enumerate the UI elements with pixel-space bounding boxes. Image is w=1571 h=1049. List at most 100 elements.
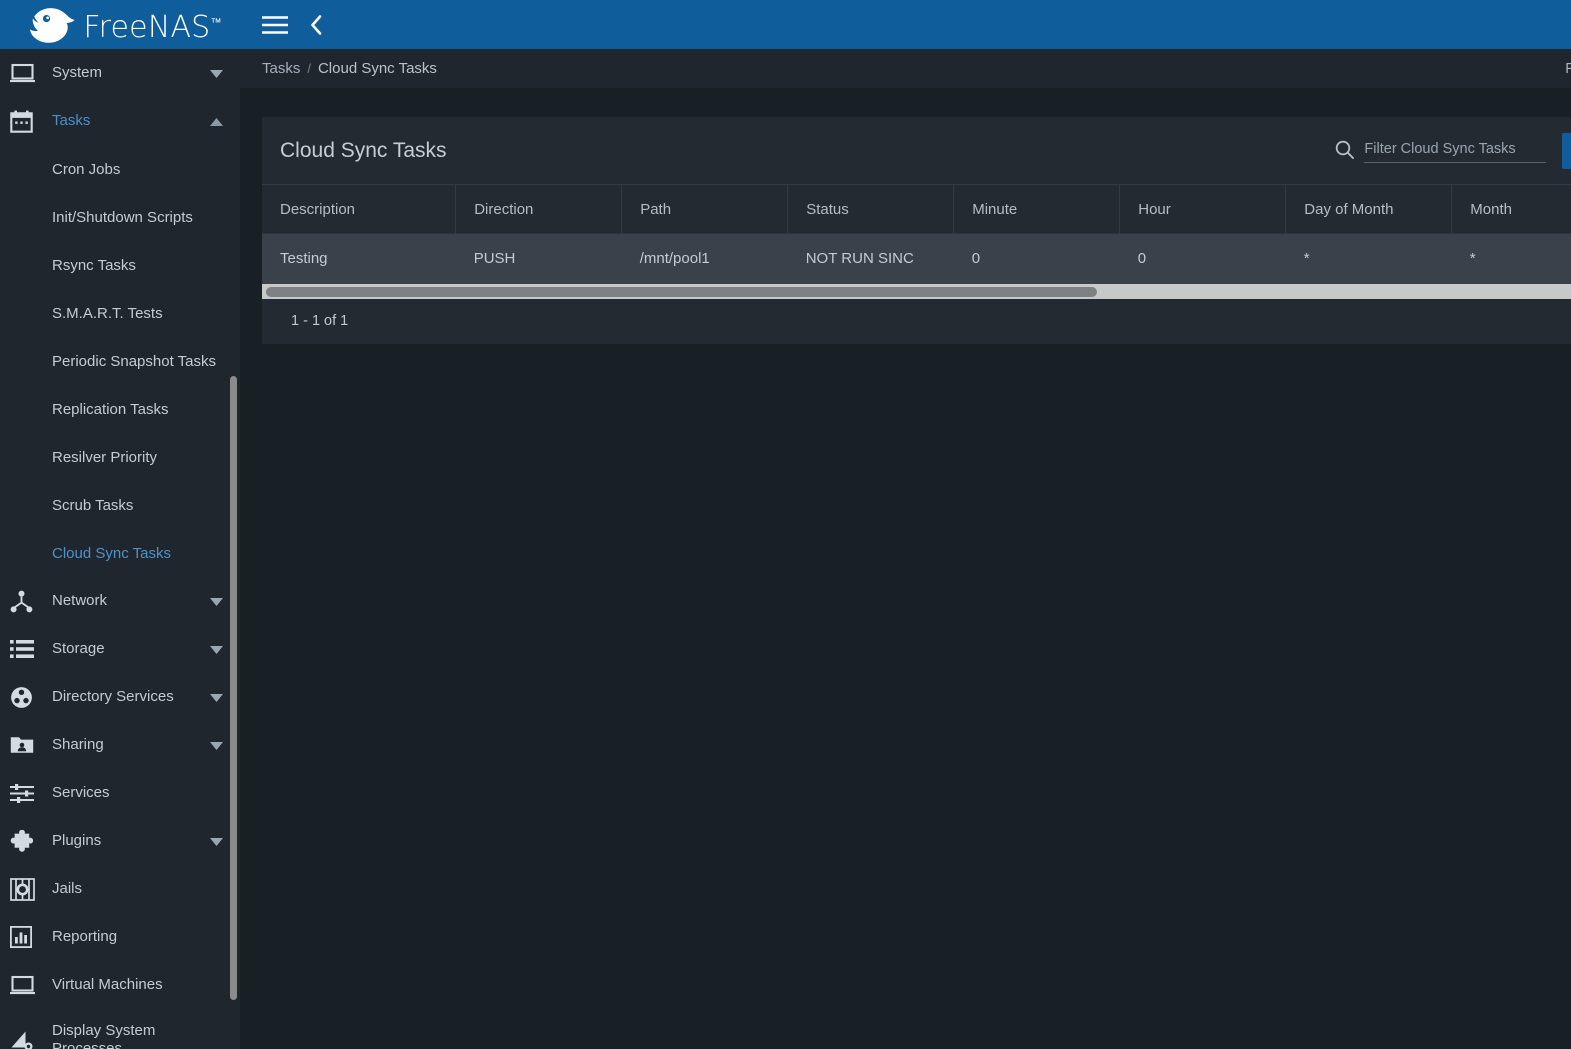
sidebar-item-system[interactable]: System [0,49,240,97]
sidebar-item-services[interactable]: Services [0,769,240,817]
monitor-icon [10,975,44,996]
sidebar-item-label: System [52,63,103,81]
table-horizontal-scrollbar[interactable] [262,283,1571,299]
sidebar-subitem-label: Scrub Tasks [52,496,134,514]
brand-name: FreeNAS™ [83,9,222,45]
sidebar-item-periodic-snapshot-tasks[interactable]: Periodic Snapshot Tasks [0,337,240,385]
sidebar-item-scrub-tasks[interactable]: Scrub Tasks [0,481,240,529]
sidebar-item-network[interactable]: Network [0,577,240,625]
table-wrapper: Description Direction Path Status Minute… [262,184,1571,284]
puzzle-piece-icon [10,829,44,853]
sidebar-item-plugins[interactable]: Plugins [0,817,240,865]
chevron-down-icon [210,833,224,850]
sidebar-item-label: Storage [52,639,105,657]
breadcrumb-current: Cloud Sync Tasks [317,60,437,77]
sidebar-item-sharing[interactable]: Sharing [0,721,240,769]
breadcrumb: Tasks / Cloud Sync Tasks FreeNAS® © 2019… [240,49,1571,88]
sidebar-item-rsync-tasks[interactable]: Rsync Tasks [0,241,240,289]
filter-search-box [1335,138,1547,163]
sidebar: FreeNAS™ System Tasks Cron Jobs Init/Shu… [0,0,240,1049]
sidebar-item-display-system-processes[interactable]: Display System Processes [0,1009,240,1049]
directory-services-icon [10,686,44,709]
column-header-path[interactable]: Path [621,184,789,234]
sidebar-scrollbar[interactable] [227,0,240,1000]
sidebar-item-resilver-priority[interactable]: Resilver Priority [0,433,240,481]
jails-icon [10,877,44,901]
column-header-day-of-month[interactable]: Day of Month [1285,184,1453,234]
search-icon[interactable] [1335,140,1355,163]
sidebar-item-reporting[interactable]: Reporting [0,913,240,961]
sidebar-item-label: Virtual Machines [52,975,163,993]
sidebar-scrollbar-thumb[interactable] [230,376,237,1000]
sidebar-item-label: Services [52,783,110,801]
sidebar-item-cron-jobs[interactable]: Cron Jobs [0,145,240,193]
chevron-down-icon [210,593,224,610]
cell-description: Testing [262,233,456,284]
column-header-status[interactable]: Status [787,184,955,234]
search-input[interactable] [1364,138,1547,163]
freenas-fish-logo-icon [30,7,75,43]
sharing-folder-icon [10,735,44,755]
sidebar-subitem-label: Rsync Tasks [52,256,136,274]
sidebar-item-label: Display System Processes [52,1021,156,1049]
cell-hour: 0 [1119,233,1286,284]
chevron-left-icon[interactable] [310,14,323,35]
column-header-direction[interactable]: Direction [455,184,623,234]
sidebar-subitem-label: Cron Jobs [52,160,121,178]
sidebar-nav: System Tasks Cron Jobs Init/Shutdown Scr… [0,49,240,1049]
page-content: Cloud Sync Tasks COLUMNS [240,88,1571,344]
column-header-description[interactable]: Description [262,184,457,234]
main-area: Tasks / Cloud Sync Tasks FreeNAS® © 2019… [240,0,1571,1049]
sidebar-item-label: Tasks [52,111,91,129]
hamburger-menu-icon[interactable] [262,15,288,34]
pagination-status: 1 - 1 of 1 [291,313,349,329]
network-icon [10,590,44,613]
app-root: FreeNAS™ System Tasks Cron Jobs Init/Shu… [0,0,1571,1049]
sidebar-item-cloud-sync-tasks[interactable]: Cloud Sync Tasks [0,529,240,577]
sidebar-subitem-label: Resilver Priority [52,448,158,466]
table-body: Testing PUSH /mnt/pool1 NOT RUN SINC 0 0… [262,233,1571,284]
copyright-text: FreeNAS® © 2019 - iXsystems, Inc. [1565,60,1571,77]
sidebar-item-directory-services[interactable]: Directory Services [0,673,240,721]
table-horizontal-scrollbar-thumb[interactable] [266,286,1097,297]
breadcrumb-separator: / [307,61,311,76]
chevron-up-icon [210,113,224,130]
cloud-sync-tasks-card: Cloud Sync Tasks COLUMNS [262,117,1571,344]
page-title: Cloud Sync Tasks [280,138,447,162]
columns-button[interactable]: COLUMNS [1562,132,1571,169]
table-row[interactable]: Testing PUSH /mnt/pool1 NOT RUN SINC 0 0… [262,233,1571,284]
sidebar-item-tasks[interactable]: Tasks [0,97,240,145]
sidebar-item-label: Network [52,591,108,609]
sidebar-item-storage[interactable]: Storage [0,625,240,673]
table-header-row: Description Direction Path Status Minute… [262,184,1571,234]
sidebar-subitem-label: Init/Shutdown Scripts [52,208,193,226]
sidebar-subitem-label: Replication Tasks [52,400,169,418]
sidebar-subitem-label: Cloud Sync Tasks [52,544,171,562]
chevron-down-icon [210,641,224,658]
sidebar-item-replication-tasks[interactable]: Replication Tasks [0,385,240,433]
sidebar-item-label: Directory Services [52,687,174,705]
column-header-month[interactable]: Month [1451,184,1571,234]
card-header: Cloud Sync Tasks COLUMNS [262,117,1571,184]
sidebar-item-jails[interactable]: Jails [0,865,240,913]
bar-chart-icon [10,926,44,948]
breadcrumb-parent[interactable]: Tasks [262,60,300,77]
brand-logo[interactable]: FreeNAS™ [0,0,240,49]
cloud-sync-tasks-table: Description Direction Path Status Minute… [262,184,1571,284]
monitor-icon [10,63,44,84]
column-header-hour[interactable]: Hour [1119,184,1287,234]
cell-day-of-month: * [1285,233,1452,284]
sidebar-item-smart-tests[interactable]: S.M.A.R.T. Tests [0,289,240,337]
sidebar-item-init-shutdown-scripts[interactable]: Init/Shutdown Scripts [0,193,240,241]
storage-icon [10,639,44,659]
chevron-down-icon [210,65,224,82]
cell-direction: PUSH [455,233,622,284]
cell-month: * [1451,233,1571,284]
cell-status: NOT RUN SINC [787,233,954,284]
sidebar-subitem-label: S.M.A.R.T. Tests [52,304,163,322]
chevron-down-icon [210,737,224,754]
sidebar-item-virtual-machines[interactable]: Virtual Machines [0,961,240,1009]
sidebar-item-label: Sharing [52,735,104,753]
column-header-minute[interactable]: Minute [953,184,1121,234]
table-head: Description Direction Path Status Minute… [262,184,1571,234]
